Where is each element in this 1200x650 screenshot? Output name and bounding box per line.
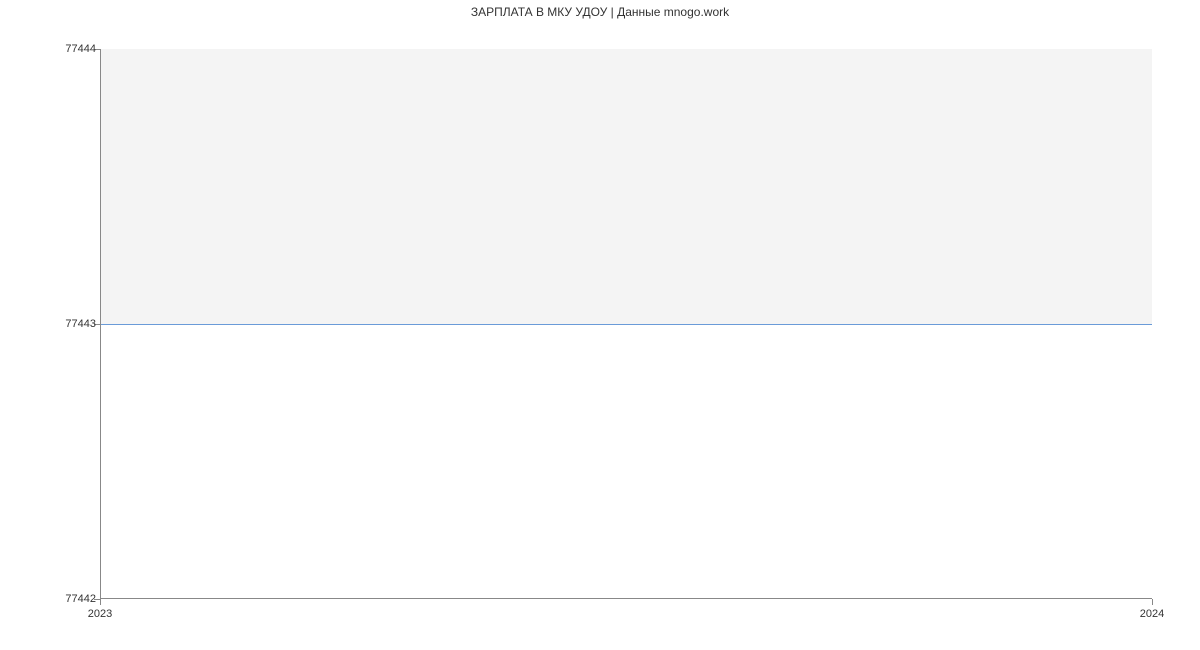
x-tick-line bbox=[100, 599, 101, 605]
chart-title: ЗАРПЛАТА В МКУ УДОУ | Данные mnogo.work bbox=[0, 5, 1200, 19]
area-fill bbox=[101, 49, 1152, 324]
y-tick-label: 77442 bbox=[65, 593, 96, 605]
area-line bbox=[101, 324, 1152, 325]
x-tick-line bbox=[1152, 599, 1153, 605]
x-tick-label: 2024 bbox=[1140, 608, 1164, 620]
plot-area bbox=[100, 49, 1152, 599]
x-tick-label: 2023 bbox=[88, 608, 112, 620]
y-tick-label: 77444 bbox=[65, 43, 96, 55]
chart-container: ЗАРПЛАТА В МКУ УДОУ | Данные mnogo.work … bbox=[0, 0, 1200, 650]
y-tick-label: 77443 bbox=[65, 318, 96, 330]
